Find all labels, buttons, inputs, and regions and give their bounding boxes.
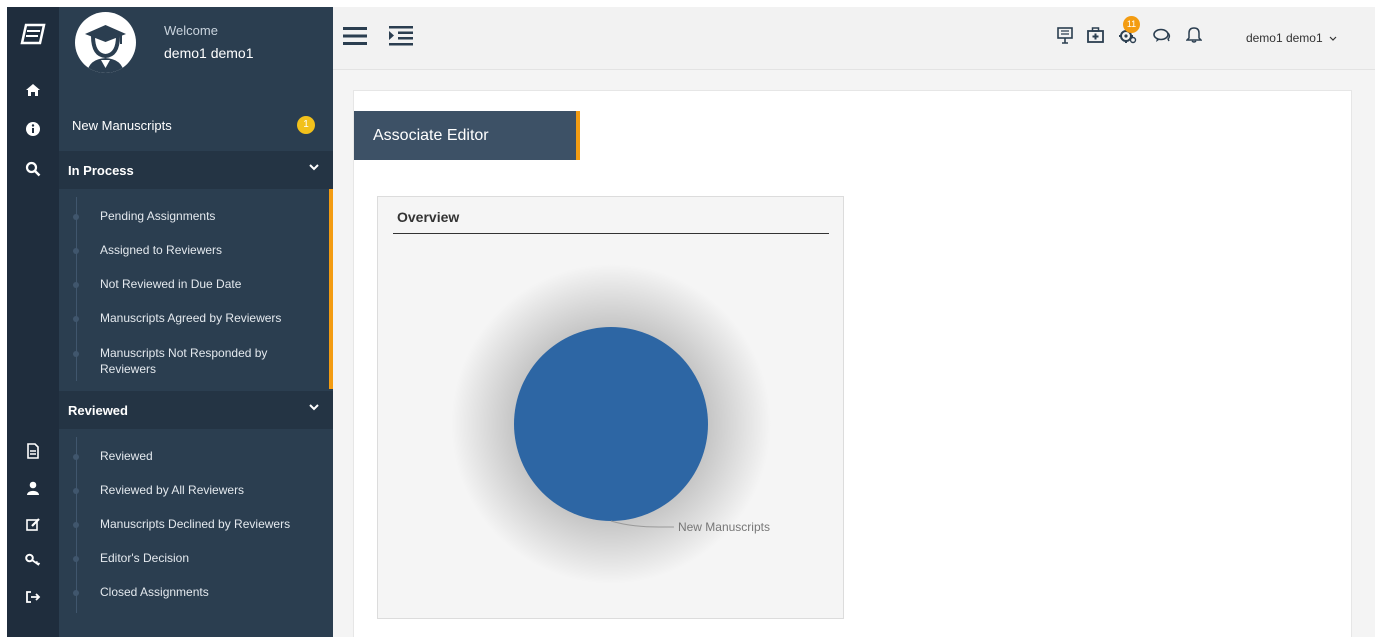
bullet-dot [73,590,79,596]
page-title: Associate Editor [373,127,489,144]
avatar[interactable] [75,12,136,73]
submenu-manuscripts-agreed-by-reviewers[interactable]: Manuscripts Agreed by Reviewers [59,310,329,328]
page-title-tab[interactable]: Associate Editor [354,111,580,160]
search-icon[interactable] [7,161,59,183]
submenu-label: Reviewed by All Reviewers [100,483,245,497]
slice-label: New Manuscripts [678,520,770,534]
chevron-down-icon [309,163,319,174]
submenu-label: Editor's Decision [100,551,189,565]
notification-badge: 11 [1123,16,1140,33]
submenu-label: Assigned to Reviewers [100,243,223,257]
submenu-closed-assignments[interactable]: Closed Assignments [59,584,329,602]
overview-card: Overview New Manuscripts [377,196,844,619]
logout-icon[interactable] [7,590,59,610]
submenu-label: Manuscripts Declined by Reviewers [100,517,291,531]
in-process-header[interactable]: In Process [59,151,333,189]
profile-block: Welcome demo1 demo1 [59,7,333,79]
profile-name: demo1 demo1 [164,45,254,61]
bullet-dot [73,282,79,288]
document-icon[interactable] [7,443,59,465]
user-menu-label: demo1 demo1 [1245,31,1323,45]
submenu-label: Closed Assignments [100,585,209,599]
section-label: In Process [68,163,134,178]
edit-icon[interactable] [7,517,59,538]
bullet-dot [73,214,79,220]
info-icon[interactable] [7,121,59,143]
indent-icon[interactable] [389,26,413,51]
icon-rail [7,7,59,637]
presentation-icon[interactable] [1057,27,1073,49]
submenu-pending-assignments[interactable]: Pending Assignments [59,208,329,226]
overview-title: Overview [397,209,460,225]
reviewed-header[interactable]: Reviewed [59,391,333,429]
bullet-dot [73,351,79,357]
bullet-dot [73,556,79,562]
submenu-label: Reviewed [100,449,153,463]
bullet-dot [73,454,79,460]
bullet-dot [73,248,79,254]
user-icon[interactable] [7,481,59,501]
in-process-section: In Process Pending Assignments Assigned … [59,151,333,389]
bullet-dot [73,316,79,322]
submenu-label: Manuscripts Not Responded by Reviewers [100,346,268,376]
pie-slice[interactable] [514,327,708,521]
submenu-manuscripts-not-responded[interactable]: Manuscripts Not Responded by Reviewers [59,345,329,381]
chevron-down-icon [309,403,319,414]
new-manuscripts-badge: 1 [297,116,315,134]
submenu-label: Pending Assignments [100,209,216,223]
home-icon[interactable] [7,83,59,103]
bullet-dot [73,488,79,494]
bell-icon[interactable] [1185,26,1203,48]
sidebar-item-new-manuscripts[interactable]: New Manuscripts 1 [59,111,333,151]
bullet-dot [73,522,79,528]
submenu-editors-decision[interactable]: Editor's Decision [59,550,329,568]
logo-icon[interactable] [7,23,59,48]
submenu-manuscripts-declined[interactable]: Manuscripts Declined by Reviewers [59,516,329,534]
submenu-label: Manuscripts Agreed by Reviewers [100,311,282,325]
user-menu[interactable]: demo1 demo1 [1246,31,1337,45]
medkit-icon[interactable] [1087,27,1104,48]
reviewed-section: Reviewed Reviewed Reviewed by All Review… [59,391,333,637]
title-divider [393,233,829,234]
sidebar: Welcome demo1 demo1 New Manuscripts 1 In… [59,7,333,637]
chat-icon[interactable] [1153,28,1171,48]
submenu-reviewed-by-all[interactable]: Reviewed by All Reviewers [59,482,329,500]
submenu-reviewed[interactable]: Reviewed [59,448,329,466]
welcome-label: Welcome [164,23,218,38]
menu-icon[interactable] [343,26,367,51]
submenu-assigned-to-reviewers[interactable]: Assigned to Reviewers [59,242,329,260]
main-panel: Associate Editor Overview New Manuscript… [353,90,1352,637]
chevron-down-icon [1329,31,1337,45]
section-label: Reviewed [68,403,128,418]
key-icon[interactable] [7,553,59,573]
content-area: Associate Editor Overview New Manuscript… [333,70,1375,637]
submenu-label: Not Reviewed in Due Date [100,277,242,291]
submenu-not-reviewed-in-due-date[interactable]: Not Reviewed in Due Date [59,276,329,294]
sidebar-item-label: New Manuscripts [72,118,172,133]
pie-chart: New Manuscripts [451,264,771,584]
topbar: 11 demo1 demo1 [333,7,1375,70]
